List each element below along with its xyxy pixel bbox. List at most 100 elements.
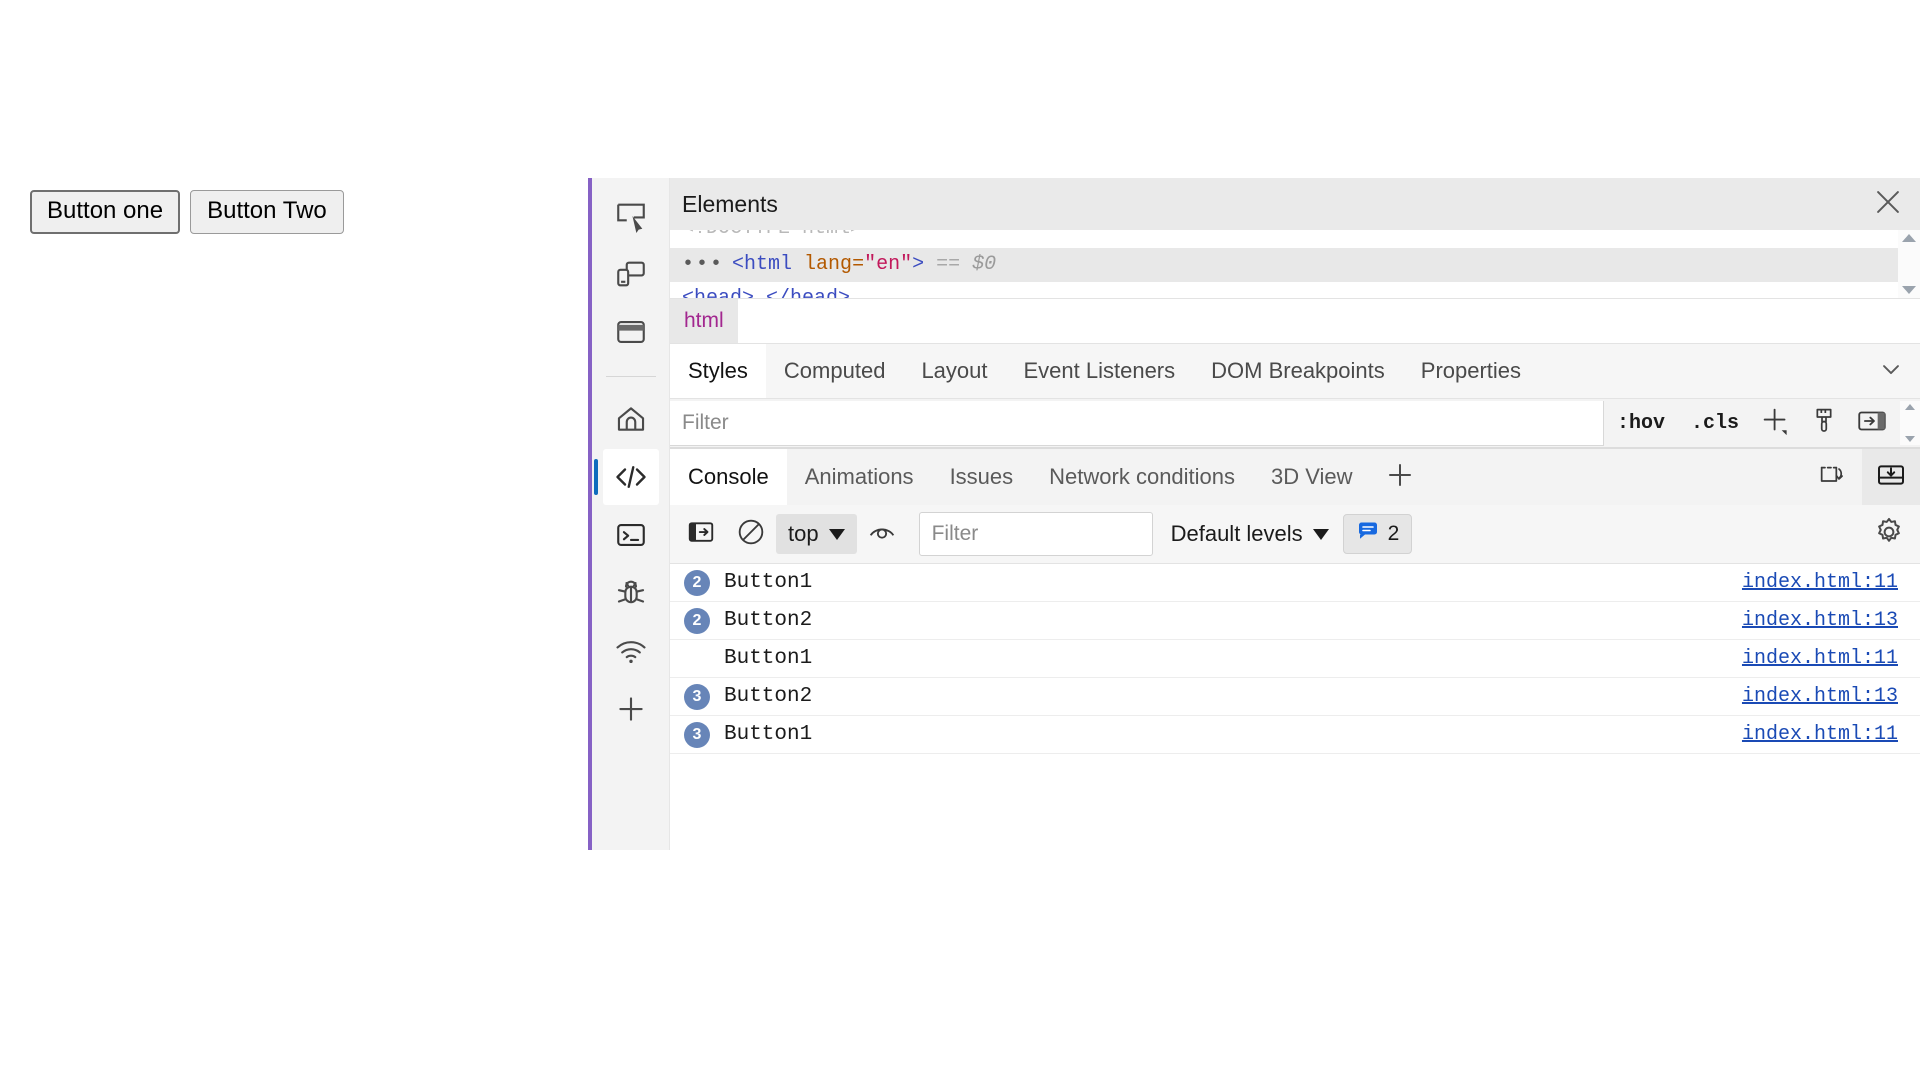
paintbrush-icon xyxy=(1808,405,1840,442)
plus-icon xyxy=(1384,459,1416,496)
scroll-down-icon[interactable] xyxy=(1902,286,1916,294)
tab-layout[interactable]: Layout xyxy=(903,344,1005,398)
debugger-bug-icon xyxy=(614,576,648,610)
console-message-row[interactable]: 2 Button2 index.html:13 xyxy=(670,602,1920,640)
console-message-text: Button1 xyxy=(724,647,813,670)
styles-filter-input[interactable]: Filter xyxy=(670,400,1604,446)
tab-dom-breakpoints[interactable]: DOM Breakpoints xyxy=(1193,344,1403,398)
add-tool-icon xyxy=(614,692,648,726)
tab-animations[interactable]: Animations xyxy=(787,449,932,505)
move-panel-button[interactable] xyxy=(1804,449,1862,505)
console-message-row[interactable]: 2 Button1 index.html:11 xyxy=(670,564,1920,602)
page-button-two[interactable]: Button Two xyxy=(190,190,344,234)
copy-styles-button[interactable] xyxy=(1800,401,1848,445)
tab-console[interactable]: Console xyxy=(670,449,787,505)
toggle-sidebar-icon xyxy=(1855,404,1889,443)
window-dock-button[interactable] xyxy=(603,304,659,360)
tab-properties[interactable]: Properties xyxy=(1403,344,1539,398)
styles-filter-actions: :hov .cls xyxy=(1604,401,1900,445)
console-levels-select[interactable]: Default levels xyxy=(1171,521,1329,547)
tab-3d-view[interactable]: 3D View xyxy=(1253,449,1371,505)
close-devtools-button[interactable] xyxy=(1856,178,1920,230)
console-sidebar-button[interactable] xyxy=(676,511,726,557)
add-tool-button[interactable] xyxy=(603,681,659,737)
console-message-row[interactable]: 3 Button2 index.html:13 xyxy=(670,678,1920,716)
cls-toggle-button[interactable]: .cls xyxy=(1678,412,1752,435)
scroll-up-icon[interactable] xyxy=(1902,234,1916,242)
page-button-one[interactable]: Button one xyxy=(30,190,181,234)
console-message-row[interactable]: 3 Button1 index.html:11 xyxy=(670,716,1920,754)
console-filter-input[interactable]: Filter xyxy=(918,512,1153,556)
device-emulation-icon xyxy=(614,257,648,291)
console-message-source-link[interactable]: index.html:11 xyxy=(1742,647,1898,670)
dom-node-doctype[interactable]: <!DOCTYPE html> xyxy=(670,230,1920,246)
console-message-list[interactable]: 2 Button1 index.html:11 2 Button2 index.… xyxy=(670,564,1920,850)
inspect-element-button[interactable] xyxy=(603,188,659,244)
move-panel-icon xyxy=(1817,459,1849,496)
home-button[interactable] xyxy=(603,391,659,447)
console-message-source-link[interactable]: index.html:13 xyxy=(1742,685,1898,708)
breadcrumb-item-html[interactable]: html xyxy=(670,299,738,343)
styles-filter-row: Filter :hov .cls xyxy=(670,399,1920,448)
dock-to-bottom-button[interactable] xyxy=(1862,449,1920,505)
tab-computed[interactable]: Computed xyxy=(766,344,904,398)
dom-tree[interactable]: <!DOCTYPE html> ••• <html lang="en"> == $… xyxy=(670,230,1920,299)
styles-tab-bar: Styles Computed Layout Event Listeners D… xyxy=(670,344,1920,399)
devtools-content: Elements <!DOCTYPE html> ••• <html lang="… xyxy=(670,178,1920,850)
clear-console-button[interactable] xyxy=(726,511,776,557)
scroll-down-icon[interactable] xyxy=(1905,436,1915,442)
dom-node-head[interactable]: <head>…</head> xyxy=(670,282,1920,298)
close-icon xyxy=(1871,185,1905,224)
repeat-count-badge: 2 xyxy=(684,569,710,596)
clear-console-icon xyxy=(735,516,767,553)
console-message-text: Button1 xyxy=(724,723,813,746)
device-emulation-button[interactable] xyxy=(603,246,659,302)
new-style-rule-button[interactable] xyxy=(1752,401,1800,445)
chevron-down-icon xyxy=(1877,355,1905,388)
console-message-text: Button2 xyxy=(724,685,813,708)
console-context-value: top xyxy=(788,521,819,546)
dom-tree-scrollbar[interactable] xyxy=(1898,230,1920,298)
styles-more-tabs-button[interactable] xyxy=(1862,344,1920,398)
elements-tool-button[interactable] xyxy=(593,449,659,505)
console-message-source-link[interactable]: index.html:13 xyxy=(1742,609,1898,632)
console-message-source-link[interactable]: index.html:11 xyxy=(1742,723,1898,746)
scroll-up-icon[interactable] xyxy=(1905,404,1915,410)
tab-event-listeners[interactable]: Event Listeners xyxy=(1006,344,1194,398)
live-expression-button[interactable] xyxy=(857,511,907,557)
page-button-row: Button one Button Two xyxy=(30,190,344,234)
dom-node-equals: == xyxy=(936,253,961,276)
hov-toggle-button[interactable]: :hov xyxy=(1604,412,1678,435)
dom-node-html-selected[interactable]: ••• <html lang="en"> == $0 xyxy=(670,248,1920,282)
styles-scrollbar[interactable] xyxy=(1900,401,1920,445)
repeat-count-badge: 2 xyxy=(684,607,710,634)
dom-node-attr-name[interactable]: lang xyxy=(804,253,852,276)
console-toolbar: top Filter Default levels 2 xyxy=(670,505,1920,564)
rail-divider xyxy=(605,376,656,377)
console-context-select[interactable]: top xyxy=(776,514,857,554)
console-settings-button[interactable] xyxy=(1864,511,1914,557)
network-wifi-icon xyxy=(614,634,648,668)
tab-issues[interactable]: Issues xyxy=(932,449,1032,505)
elements-panel-title: Elements xyxy=(682,190,778,217)
window-dock-icon xyxy=(614,315,648,349)
repeat-count-badge xyxy=(684,646,710,672)
console-tool-button[interactable] xyxy=(603,507,659,563)
add-drawer-tab-button[interactable] xyxy=(1371,449,1429,505)
tab-network-conditions[interactable]: Network conditions xyxy=(1031,449,1253,505)
console-message-count-badge[interactable]: 2 xyxy=(1342,514,1413,554)
toggle-styles-sidebar-button[interactable] xyxy=(1848,401,1896,445)
network-tool-button[interactable] xyxy=(603,623,659,679)
tab-styles[interactable]: Styles xyxy=(670,344,766,398)
dom-node-ellipsis[interactable]: ••• xyxy=(682,253,724,276)
devtools-activity-bar xyxy=(592,178,670,850)
console-message-source-link[interactable]: index.html:11 xyxy=(1742,571,1898,594)
elements-panel-header: Elements xyxy=(670,178,1920,230)
console-levels-label: Default levels xyxy=(1170,521,1303,546)
message-bubble-icon xyxy=(1356,519,1380,549)
dom-node-attr-value[interactable]: "en" xyxy=(864,253,912,276)
plus-new-style-rule-icon xyxy=(1759,404,1793,443)
console-message-row[interactable]: Button1 index.html:11 xyxy=(670,640,1920,678)
debugger-tool-button[interactable] xyxy=(603,565,659,621)
elements-code-icon xyxy=(613,459,649,495)
